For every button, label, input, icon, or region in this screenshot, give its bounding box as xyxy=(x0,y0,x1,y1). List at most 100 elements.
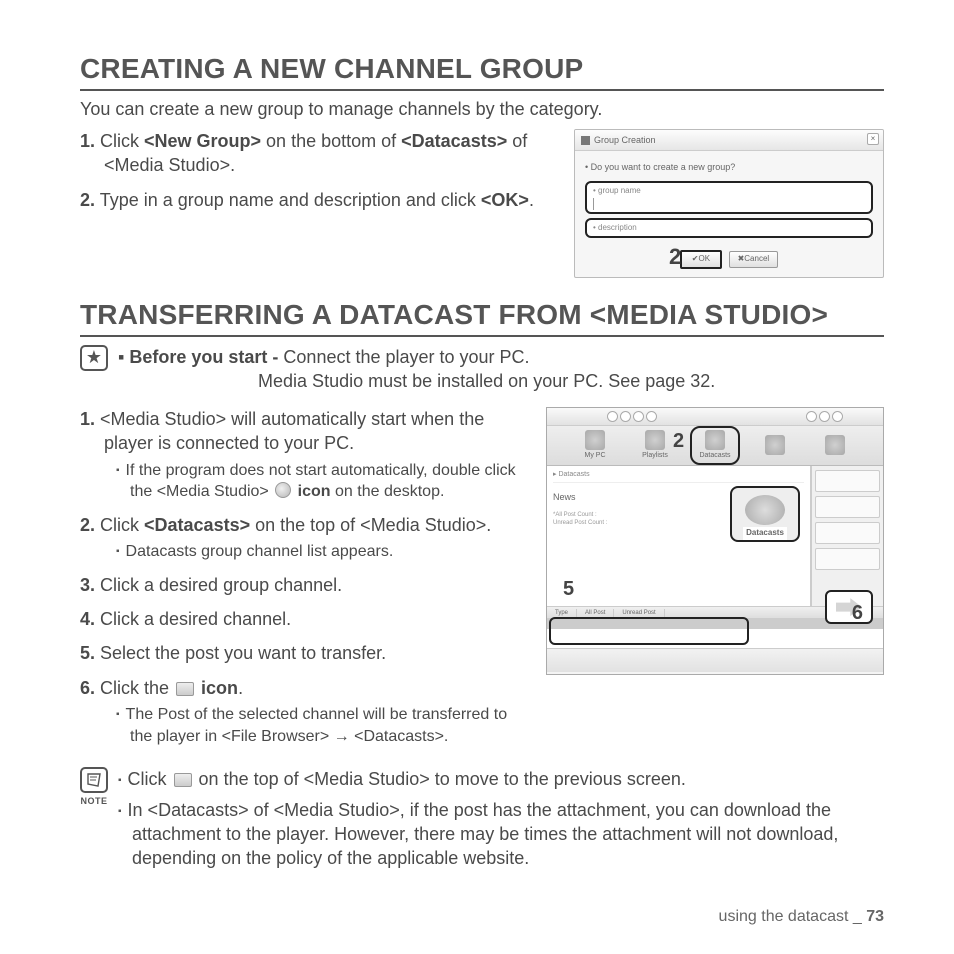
t2-num: 2. xyxy=(80,515,95,535)
ms-sidebar xyxy=(811,466,883,606)
dialog-titlebar: Group Creation xyxy=(575,130,883,151)
datacasts-icon xyxy=(705,430,725,450)
before-label: Before you start - xyxy=(129,347,283,367)
transfer-arrow-icon xyxy=(176,682,194,696)
intro-create-group: You can create a new group to manage cha… xyxy=(80,97,884,121)
tstep-6: 6. Click the icon. The Post of the selec… xyxy=(80,676,532,747)
note1-b: on the top of <Media Studio> to move to … xyxy=(194,769,686,789)
heading-create-group: CREATING A NEW CHANNEL GROUP xyxy=(80,50,884,91)
toolbar-btn[interactable] xyxy=(806,411,817,422)
tab-datacasts-label: Datacasts xyxy=(699,451,730,460)
notes-list: Click on the top of <Media Studio> to mo… xyxy=(118,767,884,876)
ms-crumb-text: Datacasts xyxy=(558,471,589,478)
device-icon xyxy=(765,435,785,455)
tstep-3: 3. Click a desired group channel. xyxy=(80,573,532,597)
callout-5: 5 xyxy=(563,576,574,603)
cancel-button[interactable]: ✖Cancel xyxy=(729,251,779,268)
t2-c: on the top of <Media Studio>. xyxy=(250,515,491,535)
ms-content: ▸ Datacasts News *All Post Count :Unread… xyxy=(547,466,811,606)
callout-box-5 xyxy=(549,617,749,645)
ok-label: OK xyxy=(699,254,711,263)
tab-device[interactable] xyxy=(754,435,796,456)
step1-text-a: Click xyxy=(95,131,144,151)
ms-statusbar xyxy=(547,648,883,672)
ok-button[interactable]: ✔OK xyxy=(680,250,722,269)
tstep-4: 4. Click a desired channel. xyxy=(80,607,532,631)
t6-num: 6. xyxy=(80,678,95,698)
before-text-b: Media Studio must be installed on your P… xyxy=(258,371,715,391)
ms-tabs: My PC Playlists Datacasts xyxy=(547,426,883,466)
description-field[interactable]: • description xyxy=(585,218,873,238)
step1-text-c: on the bottom of xyxy=(261,131,401,151)
ms-side-item[interactable] xyxy=(815,470,880,492)
footer-text: using the datacast _ xyxy=(719,908,867,925)
tab-mypc-label: My PC xyxy=(585,451,606,460)
toolbar-btn[interactable] xyxy=(607,411,618,422)
ms-side-item[interactable] xyxy=(815,522,880,544)
tab-datacasts[interactable]: Datacasts xyxy=(694,430,736,460)
datacasts-large-icon: Datacasts xyxy=(730,486,800,542)
before-you-start: ▪ Before you start - Connect the player … xyxy=(118,345,715,394)
step1-newgroup: <New Group> xyxy=(144,131,261,151)
group-name-field[interactable]: • group name xyxy=(585,181,873,214)
t3-num: 3. xyxy=(80,575,95,595)
t2-sub: Datacasts group channel list appears. xyxy=(116,541,532,563)
steps-transfer: 1. <Media Studio> will automatically sta… xyxy=(80,407,532,747)
t2-a: Click xyxy=(95,515,144,535)
toolbar-btn[interactable] xyxy=(646,411,657,422)
step2-text-c: . xyxy=(529,190,534,210)
steps-create-group: 1. Click <New Group> on the bottom of <D… xyxy=(80,129,560,212)
t6-b: icon xyxy=(196,678,238,698)
ms-counts2: Unread Post Count : xyxy=(553,520,607,526)
dialog-close-button[interactable]: × xyxy=(867,133,879,145)
hdr-all: All Post xyxy=(577,609,614,617)
tab-mypc[interactable]: My PC xyxy=(574,430,616,460)
group-creation-dialog: Group Creation × • Do you want to create… xyxy=(574,129,884,278)
tstep-2: 2. Click <Datacasts> on the top of <Medi… xyxy=(80,513,532,563)
player-icon xyxy=(825,435,845,455)
step2-number: 2. xyxy=(80,190,95,210)
t5-num: 5. xyxy=(80,643,95,663)
group-name-input[interactable] xyxy=(593,198,865,210)
toolbar-btn[interactable] xyxy=(620,411,631,422)
toolbar-btn[interactable] xyxy=(819,411,830,422)
group-name-label: group name xyxy=(598,186,641,195)
clock-graphic xyxy=(745,495,785,525)
t2-b: <Datacasts> xyxy=(144,515,250,535)
page-footer: using the datacast _ 73 xyxy=(719,906,884,928)
tab-playlists[interactable]: Playlists xyxy=(634,430,676,460)
step-2: 2. Type in a group name and description … xyxy=(80,188,560,212)
tab-playlists-label: Playlists xyxy=(642,451,668,460)
t5-text: Select the post you want to transfer. xyxy=(95,643,386,663)
t6-c: . xyxy=(238,678,243,698)
t4-num: 4. xyxy=(80,609,95,629)
dialog-title: Group Creation xyxy=(594,134,656,146)
dialog-question-text: Do you want to create a new group? xyxy=(591,162,736,172)
heading-transfer: TRANSFERRING A DATACAST FROM <MEDIA STUD… xyxy=(80,296,884,337)
callout-2-ms: 2 xyxy=(673,428,684,455)
tstep-5: 5. Select the post you want to transfer. xyxy=(80,641,532,665)
playlists-icon xyxy=(645,430,665,450)
description-label: description xyxy=(598,223,637,232)
step1-datacasts: <Datacasts> xyxy=(401,131,507,151)
media-studio-desktop-icon xyxy=(275,482,291,498)
transfer-button-highlight[interactable] xyxy=(825,590,873,624)
media-studio-window: My PC Playlists Datacasts 2 ▸ Datacasts … xyxy=(546,407,884,675)
t1-sub-c: on the desktop. xyxy=(331,483,445,500)
tab-player[interactable] xyxy=(814,435,856,456)
toolbar-btn[interactable] xyxy=(832,411,843,422)
callout-6: 6 xyxy=(852,600,863,627)
t6-a: Click the xyxy=(95,678,174,698)
ms-side-item[interactable] xyxy=(815,548,880,570)
callout-2-dialog: 2 xyxy=(669,242,681,272)
step-1: 1. Click <New Group> on the bottom of <D… xyxy=(80,129,560,178)
toolbar-btn[interactable] xyxy=(633,411,644,422)
ms-side-item[interactable] xyxy=(815,496,880,518)
dialog-question: • Do you want to create a new group? xyxy=(585,161,873,173)
note-1: Click on the top of <Media Studio> to mo… xyxy=(118,767,884,791)
note-icon xyxy=(80,767,108,793)
t6-sub: The Post of the selected channel will be… xyxy=(116,704,532,747)
datacasts-large-label: Datacasts xyxy=(743,527,787,540)
t1-num: 1. xyxy=(80,409,95,429)
step2-ok: <OK> xyxy=(481,190,529,210)
